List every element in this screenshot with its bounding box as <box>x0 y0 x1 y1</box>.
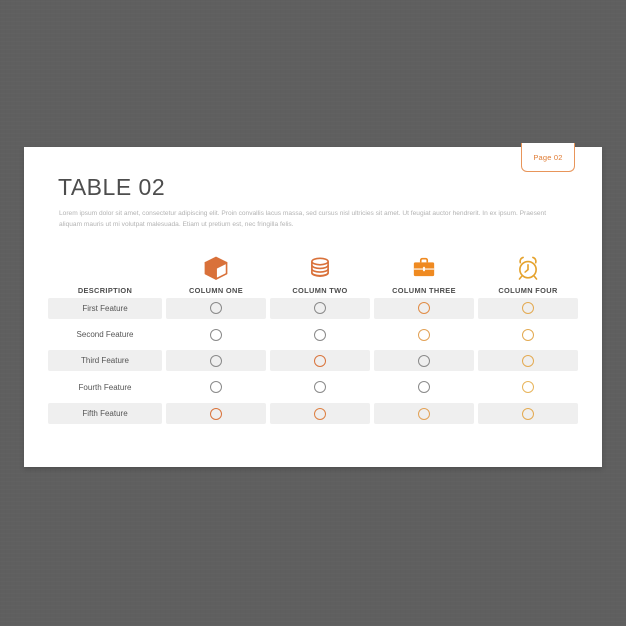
circle-inactive-icon <box>210 381 222 394</box>
table-body: First Feature Second Feature Third Feature… <box>48 295 580 427</box>
description-header-label: DESCRIPTION <box>77 286 133 295</box>
briefcase-icon <box>411 251 437 281</box>
column-three-label: COLUMN THREE <box>392 286 456 295</box>
table-cell[interactable] <box>166 324 266 345</box>
circle-active-icon <box>314 407 326 420</box>
table-cell[interactable] <box>478 377 578 398</box>
circle-active-icon <box>314 354 326 367</box>
table-cell[interactable] <box>478 324 578 345</box>
row-label: Third Feature <box>48 350 162 372</box>
circle-inactive-icon <box>210 354 222 367</box>
table-cell[interactable] <box>478 403 578 425</box>
page-title: TABLE 02 <box>58 174 166 200</box>
table-cell[interactable] <box>374 297 474 319</box>
table-header-column-three: COLUMN THREE <box>374 251 474 295</box>
table-row: First Feature <box>48 295 580 321</box>
circle-active-icon <box>418 302 430 315</box>
table-cell[interactable] <box>374 403 474 425</box>
circle-inactive-icon <box>418 354 430 367</box>
table-card: Page 02 TABLE 02 Lorem ipsum dolor sit a… <box>24 143 602 467</box>
circle-active-icon <box>522 407 534 420</box>
table-cell[interactable] <box>166 297 266 319</box>
circle-inactive-icon <box>314 302 326 315</box>
column-four-label: COLUMN FOUR <box>498 286 558 295</box>
table-cell[interactable] <box>374 377 474 398</box>
table-cell[interactable] <box>166 377 266 398</box>
table-row: Second Feature <box>48 321 580 347</box>
table-header-description: DESCRIPTION <box>48 286 162 295</box>
table-row: Fourth Feature <box>48 374 580 400</box>
circle-inactive-icon <box>314 381 326 394</box>
circle-active-icon <box>418 407 430 420</box>
table-row: Third Feature <box>48 348 580 374</box>
circle-inactive-icon <box>314 328 326 341</box>
circle-active-icon <box>522 354 534 367</box>
circle-active-icon <box>522 328 534 341</box>
page-number-badge: Page 02 <box>521 143 575 172</box>
circle-inactive-icon <box>210 302 222 315</box>
row-label: Second Feature <box>76 330 134 340</box>
table-cell[interactable] <box>166 350 266 372</box>
table-row: Fifth Feature <box>48 401 580 427</box>
row-label: Fifth Feature <box>48 403 162 425</box>
page-number-label: Page 02 <box>533 152 563 162</box>
table-cell[interactable] <box>166 403 266 425</box>
table-cell[interactable] <box>270 377 370 398</box>
circle-inactive-icon <box>210 328 222 341</box>
circle-active-icon <box>522 302 534 315</box>
database-icon <box>307 251 333 281</box>
intro-paragraph: Lorem ipsum dolor sit amet, consectetur … <box>59 210 547 228</box>
box-icon <box>203 251 229 281</box>
table-cell[interactable] <box>270 403 370 425</box>
table-cell[interactable] <box>374 350 474 372</box>
column-two-label: COLUMN TWO <box>292 286 348 295</box>
table-header-column-two: COLUMN TWO <box>270 251 370 295</box>
column-one-label: COLUMN ONE <box>188 286 243 295</box>
table-header-column-one: COLUMN ONE <box>166 251 266 295</box>
table-cell[interactable] <box>478 350 578 372</box>
comparison-table: DESCRIPTION COLUMN ONE COLUMN TWO COLUMN… <box>48 247 580 427</box>
table-cell[interactable] <box>374 324 474 345</box>
circle-active-icon <box>210 407 222 420</box>
table-header-row: DESCRIPTION COLUMN ONE COLUMN TWO COLUMN… <box>48 247 580 295</box>
table-cell[interactable] <box>270 297 370 319</box>
table-header-column-four: COLUMN FOUR <box>478 251 578 295</box>
circle-inactive-icon <box>418 381 430 394</box>
circle-active-icon <box>522 381 534 394</box>
row-label: Fourth Feature <box>78 382 132 392</box>
row-label: First Feature <box>48 297 162 319</box>
table-cell[interactable] <box>270 350 370 372</box>
table-cell[interactable] <box>478 297 578 319</box>
alarm-clock-icon <box>515 251 541 281</box>
table-cell[interactable] <box>270 324 370 345</box>
circle-active-icon <box>418 328 430 341</box>
